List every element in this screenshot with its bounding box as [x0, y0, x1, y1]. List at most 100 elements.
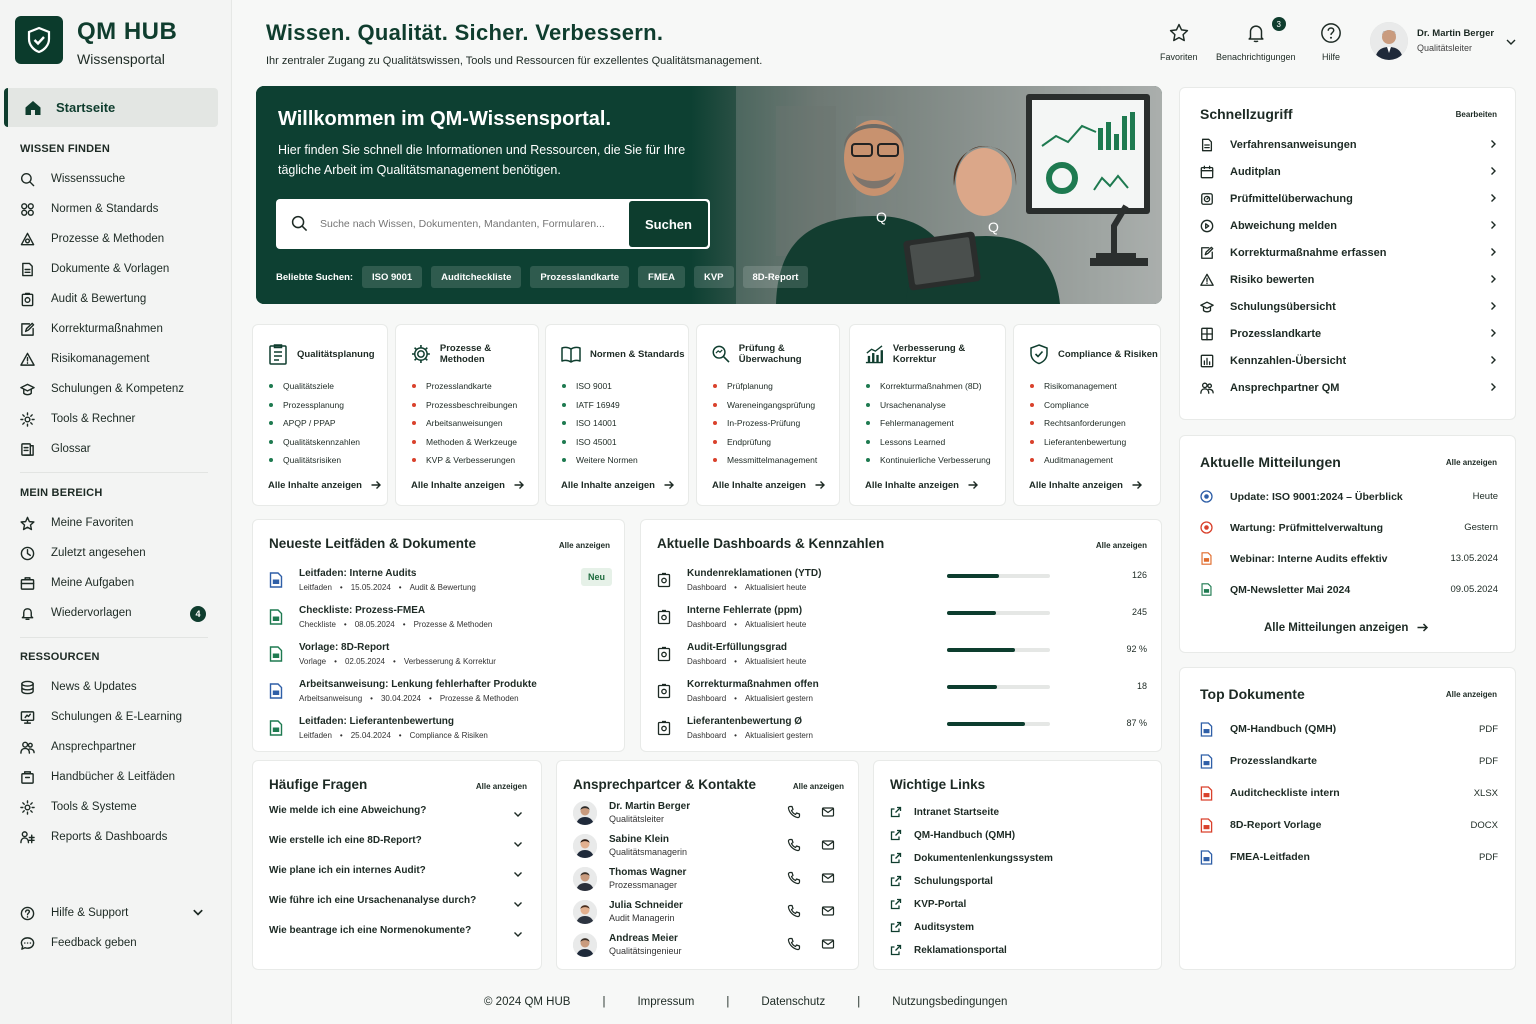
sidebar-item-book[interactable]: Handbücher & Leitfäden	[20, 762, 220, 792]
quick-access-item[interactable]: Abweichung melden	[1200, 212, 1498, 239]
top-document-row[interactable]: FMEA-Leitfaden PDF	[1200, 841, 1498, 873]
popular-search-tag[interactable]: Auditcheckliste	[431, 266, 522, 288]
category-list-item[interactable]: Qualitätskennzahlen	[269, 433, 360, 452]
quick-access-item[interactable]: Schulungsübersicht	[1200, 293, 1498, 320]
category-list-item[interactable]: Fehlermanagement	[866, 414, 991, 433]
phone-icon[interactable]	[787, 937, 801, 951]
mail-icon[interactable]	[821, 871, 835, 885]
footer-link[interactable]: Nutzungsbedingungen	[892, 996, 1007, 1008]
popular-search-tag[interactable]: ISO 9001	[362, 266, 423, 288]
category-list-item[interactable]: ISO 45001	[562, 433, 638, 452]
external-link[interactable]: KVP-Portal	[890, 894, 966, 914]
favorites-button[interactable]: Favoriten	[1160, 22, 1198, 62]
view-all-link[interactable]: Alle anzeigen	[1446, 690, 1497, 699]
category-list-item[interactable]: Compliance	[1030, 396, 1126, 415]
view-all-link[interactable]: Alle anzeigen	[476, 782, 527, 791]
mail-icon[interactable]	[821, 838, 835, 852]
quick-access-item[interactable]: Verfahrensanweisungen	[1200, 131, 1498, 158]
top-document-row[interactable]: Prozesslandkarte PDF	[1200, 745, 1498, 777]
sidebar-item-people[interactable]: Ansprechpartner	[20, 732, 220, 762]
chevron-down-icon[interactable]	[1505, 36, 1517, 48]
phone-icon[interactable]	[787, 838, 801, 852]
category-card[interactable]: Prüfung & Überwachung Prüfplanung Warenei…	[696, 324, 840, 506]
external-link[interactable]: Schulungsportal	[890, 871, 993, 891]
sidebar-item-star[interactable]: Meine Favoriten	[20, 508, 220, 538]
external-link[interactable]: QM-Handbuch (QMH)	[890, 825, 1015, 845]
show-all-link[interactable]: Alle Inhalte anzeigen	[865, 479, 979, 491]
show-all-link[interactable]: Alle Inhalte anzeigen	[268, 479, 382, 491]
sidebar-item-tasks[interactable]: Meine Aufgaben	[20, 568, 220, 598]
contact-row[interactable]: Sabine Klein Qualitätsmanagerin	[573, 834, 839, 864]
view-all-link[interactable]: Alle anzeigen	[559, 541, 610, 550]
category-list-item[interactable]: Risikomanagement	[1030, 377, 1126, 396]
help-button[interactable]: Hilfe	[1320, 22, 1342, 62]
quick-access-item[interactable]: Risiko bewerten	[1200, 266, 1498, 293]
phone-icon[interactable]	[787, 871, 801, 885]
top-document-row[interactable]: QM-Handbuch (QMH) PDF	[1200, 713, 1498, 745]
show-all-link[interactable]: Alle Inhalte anzeigen	[411, 479, 525, 491]
category-card[interactable]: Verbesserung & Korrektur Korrekturmaßnah…	[849, 324, 1006, 506]
category-list-item[interactable]: Qualitätsziele	[269, 377, 360, 396]
edit-link[interactable]: Bearbeiten	[1456, 110, 1497, 119]
kpi-row[interactable]: Korrekturmaßnahmen offen Dashboard • Aktua…	[657, 679, 1147, 713]
quick-access-item[interactable]: Prüfmittelüberwachung	[1200, 185, 1498, 212]
quick-access-item[interactable]: Prozesslandkarte	[1200, 320, 1498, 347]
sidebar-item-glossary[interactable]: Glossar	[20, 434, 220, 464]
all-messages-link[interactable]: Alle Mitteilungen anzeigen	[1264, 621, 1429, 634]
category-list-item[interactable]: Endprüfung	[713, 433, 817, 452]
message-row[interactable]: Update: ISO 9001:2024 – Überblick Heute	[1200, 481, 1498, 512]
sidebar-item-bell[interactable]: Wiedervorlagen 4	[20, 598, 220, 628]
faq-item[interactable]: Wie erstelle ich eine 8D-Report?	[269, 835, 523, 855]
category-list-item[interactable]: Prozessplanung	[269, 396, 360, 415]
external-link[interactable]: Dokumentenlenkungssystem	[890, 848, 1053, 868]
document-row[interactable]: Leitfaden: Lieferantenbewertung Leitfade…	[269, 716, 609, 750]
sidebar-item-warning[interactable]: Risikomanagement	[20, 344, 220, 374]
category-list-item[interactable]: IATF 16949	[562, 396, 638, 415]
kpi-row[interactable]: Kundenreklamationen (YTD) Dashboard • Aktu…	[657, 568, 1147, 602]
faq-item[interactable]: Wie plane ich ein internes Audit?	[269, 865, 523, 885]
sidebar-item-elearning[interactable]: Schulungen & E-Learning	[20, 702, 220, 732]
category-list-item[interactable]: Messmittelmanagement	[713, 451, 817, 470]
quick-access-item[interactable]: Auditplan	[1200, 158, 1498, 185]
view-all-link[interactable]: Alle anzeigen	[1096, 541, 1147, 550]
category-card[interactable]: Prozesse & Methoden Prozesslandkarte Proz…	[395, 324, 539, 506]
sidebar-item-training[interactable]: Schulungen & Kompetenz	[20, 374, 220, 404]
external-link[interactable]: Reklamationsportal	[890, 940, 1007, 960]
category-list-item[interactable]: Methoden & Werkzeuge	[412, 433, 517, 452]
sidebar-item-home[interactable]: Startseite	[4, 88, 218, 127]
sidebar-item-grid[interactable]: Normen & Standards	[20, 194, 220, 224]
mail-icon[interactable]	[821, 805, 835, 819]
sidebar-item-news[interactable]: News & Updates	[20, 672, 220, 702]
top-document-row[interactable]: Auditcheckliste intern XLSX	[1200, 777, 1498, 809]
quick-access-item[interactable]: Ansprechpartner QM	[1200, 374, 1498, 401]
category-list-item[interactable]: Qualitätsrisiken	[269, 451, 360, 470]
top-document-row[interactable]: 8D-Report Vorlage DOCX	[1200, 809, 1498, 841]
faq-item[interactable]: Wie beantrage ich eine Normenokumente?	[269, 925, 523, 945]
sidebar-item-edit[interactable]: Korrekturmaßnahmen	[20, 314, 220, 344]
sidebar-item-chat[interactable]: Feedback geben	[20, 928, 220, 958]
contact-row[interactable]: Julia Schneider Audit Managerin	[573, 900, 839, 930]
kpi-row[interactable]: Interne Fehlerrate (ppm) Dashboard • Aktua…	[657, 605, 1147, 639]
message-row[interactable]: QM-Newsletter Mai 2024 09.05.2024	[1200, 574, 1498, 605]
sidebar-item-process[interactable]: Prozesse & Methoden	[20, 224, 220, 254]
category-list-item[interactable]: Lessons Learned	[866, 433, 991, 452]
quick-access-item[interactable]: Korrekturmaßnahme erfassen	[1200, 239, 1498, 266]
document-row[interactable]: Leitfaden: Interne Audits Leitfaden • 15.0…	[269, 568, 609, 602]
external-link[interactable]: Auditsystem	[890, 917, 974, 937]
phone-icon[interactable]	[787, 904, 801, 918]
category-list-item[interactable]: Rechtsanforderungen	[1030, 414, 1126, 433]
kpi-row[interactable]: Lieferantenbewertung Ø Dashboard • Aktuali…	[657, 716, 1147, 750]
mail-icon[interactable]	[821, 904, 835, 918]
footer-link[interactable]: Impressum	[637, 996, 694, 1008]
user-name[interactable]: Dr. Martin Berger	[1417, 28, 1494, 39]
sidebar-item-search[interactable]: Wissenssuche	[20, 164, 220, 194]
show-all-link[interactable]: Alle Inhalte anzeigen	[1029, 479, 1143, 491]
category-list-item[interactable]: ISO 9001	[562, 377, 638, 396]
category-list-item[interactable]: Ursachenanalyse	[866, 396, 991, 415]
search-input[interactable]	[320, 199, 620, 249]
category-list-item[interactable]: Arbeitsanweisungen	[412, 414, 517, 433]
notifications-button[interactable]: 3 Benachrichtigungen	[1216, 17, 1296, 62]
popular-search-tag[interactable]: Prozesslandkarte	[530, 266, 630, 288]
sidebar-item-tools[interactable]: Tools & Systeme	[20, 792, 220, 822]
message-row[interactable]: Wartung: Prüfmittelverwaltung Gestern	[1200, 512, 1498, 543]
